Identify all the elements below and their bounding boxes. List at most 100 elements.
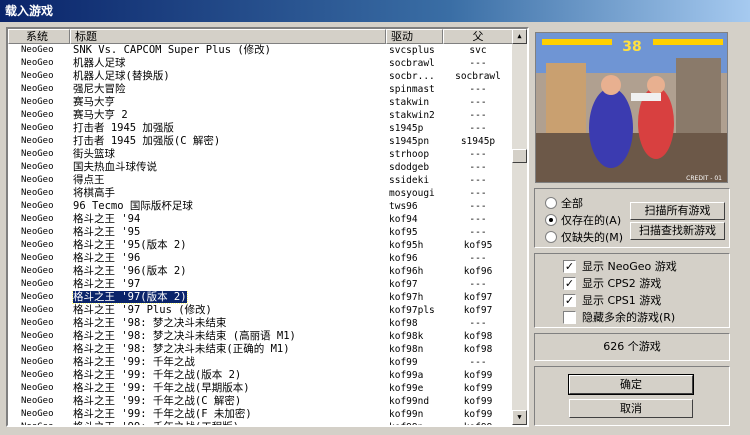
row-driver: socbrawl (389, 58, 435, 69)
system-checkbox[interactable]: ✓ 显示 NeoGeo 游戏 (563, 258, 677, 274)
column-system[interactable]: 系统 (8, 29, 70, 44)
list-item[interactable]: NeoGeo 96 Tecmo 国际版杯足球 tws96 --- (8, 200, 513, 213)
row-driver: spinmast (389, 84, 435, 95)
list-item[interactable]: NeoGeo 将棋高手 mosyougi --- (8, 187, 513, 200)
row-system: NeoGeo (21, 383, 54, 393)
scan-all-button[interactable]: 扫描所有游戏 (630, 202, 725, 220)
radio-all-button[interactable] (545, 197, 557, 209)
row-system: NeoGeo (21, 175, 54, 185)
list-item[interactable]: NeoGeo 得点王 ssideki --- (8, 174, 513, 187)
radio-existing[interactable]: 仅存在的(A) (545, 212, 621, 228)
list-item[interactable]: NeoGeo 格斗之王 '99: 千年之战(早期版本) kof99e kof99 (8, 382, 513, 395)
list-item[interactable]: NeoGeo 赛马大亨 stakwin --- (8, 96, 513, 109)
row-system: NeoGeo (21, 318, 54, 328)
game-list[interactable]: 系统 标题 驱动 父 NeoGeo SNK Vs. CAPCOM Super Pl… (6, 27, 529, 427)
row-title: 得点王 (73, 174, 105, 186)
list-item[interactable]: NeoGeo 机器人足球 socbrawl --- (8, 57, 513, 70)
scroll-down-button[interactable]: ▼ (512, 410, 527, 425)
row-title: 格斗之王 '94 (73, 213, 141, 225)
radio-missing[interactable]: 仅缺失的(M) (545, 229, 623, 245)
system-checkbox[interactable]: ✓ 显示 CPS2 游戏 (563, 275, 661, 291)
row-system: NeoGeo (21, 396, 54, 406)
row-title: 格斗之王 '96(版本 2) (73, 265, 187, 277)
radio-existing-button[interactable] (545, 214, 557, 226)
list-item[interactable]: NeoGeo 格斗之王 '99: 千年之战(工程版) kof99pkof99 (8, 421, 513, 425)
list-item[interactable]: NeoGeo 格斗之王 '99: 千年之战 kof99 --- (8, 356, 513, 369)
list-item[interactable]: NeoGeo 格斗之王 '96(版本 2) kof96h kof96 (8, 265, 513, 278)
row-driver: kof98k (389, 331, 424, 342)
row-parent: --- (469, 58, 487, 69)
checkbox-box[interactable]: ✓ (563, 276, 576, 290)
list-item[interactable]: NeoGeo 打击者 1945 加强版(C 解密) s1945pn s1945p (8, 135, 513, 148)
system-checkbox[interactable]: 隐藏多余的游戏(R) (563, 309, 675, 325)
list-item[interactable]: NeoGeo 格斗之王 '97 kof97 --- (8, 278, 513, 291)
row-parent: kof99 (443, 421, 513, 425)
radio-all[interactable]: 全部 (545, 195, 583, 211)
column-driver[interactable]: 驱动 (386, 29, 443, 44)
column-parent[interactable]: 父 (443, 29, 513, 44)
list-item[interactable]: NeoGeo 格斗之王 '99: 千年之战(F 未加密) kof99n kof99 (8, 408, 513, 421)
scan-new-button[interactable]: 扫描查找新游戏 (630, 222, 725, 240)
row-parent: --- (469, 188, 487, 199)
row-system: NeoGeo (21, 110, 54, 120)
list-item[interactable]: NeoGeo 街头篮球 strhoop --- (8, 148, 513, 161)
list-item[interactable]: NeoGeo 格斗之王 '95 kof95 --- (8, 226, 513, 239)
cancel-button[interactable]: 取消 (569, 399, 693, 418)
row-title: 机器人足球 (73, 57, 126, 69)
list-item[interactable]: NeoGeo 国夫热血斗球传说 sdodgeb --- (8, 161, 513, 174)
scroll-up-button[interactable]: ▲ (512, 29, 527, 44)
row-title: 格斗之王 '99: 千年之战(版本 2) (73, 369, 242, 381)
vertical-scrollbar[interactable]: ▲ ▼ (512, 29, 527, 425)
list-item[interactable]: NeoGeo 机器人足球(替换版) socbr... socbrawl (8, 70, 513, 83)
list-item[interactable]: NeoGeo 格斗之王 '98: 梦之决斗未结束(正确的 M1) kof98n kof… (8, 343, 513, 356)
list-item[interactable]: NeoGeo 强尼大冒险 spinmast --- (8, 83, 513, 96)
row-system: NeoGeo (21, 84, 54, 94)
list-item[interactable]: NeoGeo 格斗之王 '99: 千年之战(版本 2) kof99a kof99 (8, 369, 513, 382)
row-title: 格斗之王 '98: 梦之决斗未结束 (高丽语 M1) (73, 330, 296, 342)
list-item[interactable]: NeoGeo 格斗之王 '98: 梦之决斗未结束 (高丽语 M1) kof98k ko… (8, 330, 513, 343)
list-item[interactable]: NeoGeo 格斗之王 '97 Plus (修改) kof97pls kof97 (8, 304, 513, 317)
row-title: 格斗之王 '97(版本 2) (72, 291, 188, 304)
row-driver: kof96h (389, 266, 424, 277)
list-item[interactable]: NeoGeo SNK Vs. CAPCOM Super Plus (修改) svcs… (8, 44, 513, 57)
list-item[interactable]: NeoGeo 格斗之王 '94 kof94 --- (8, 213, 513, 226)
row-parent: socbrawl (455, 71, 501, 82)
row-title: 国夫热血斗球传说 (73, 161, 157, 173)
row-title: 格斗之王 '97 Plus (修改) (73, 304, 212, 316)
row-system: NeoGeo (21, 136, 54, 146)
row-system: NeoGeo (21, 266, 54, 276)
radio-missing-button[interactable] (545, 231, 557, 243)
system-checkbox[interactable]: ✓ 显示 CPS1 游戏 (563, 292, 661, 308)
ok-button[interactable]: 确定 (568, 374, 694, 395)
list-item[interactable]: NeoGeo 格斗之王 '96 kof96 --- (8, 252, 513, 265)
list-item[interactable]: NeoGeo 格斗之王 '99: 千年之战(C 解密) kof99nd kof99 (8, 395, 513, 408)
list-header: 系统 标题 驱动 父 (8, 29, 513, 44)
checkbox-box[interactable]: ✓ (563, 293, 576, 307)
game-count-panel: 626 个游戏 (534, 333, 730, 361)
list-rows: NeoGeo SNK Vs. CAPCOM Super Plus (修改) svcs… (8, 44, 513, 425)
scroll-thumb[interactable] (512, 149, 527, 163)
row-parent: --- (469, 253, 487, 264)
row-title: 格斗之王 '99: 千年之战 (73, 356, 195, 368)
checkbox-box[interactable] (563, 310, 576, 324)
row-parent: kof98 (463, 344, 493, 355)
checkbox-box[interactable]: ✓ (563, 259, 576, 273)
row-parent: --- (469, 279, 487, 290)
row-title: 格斗之王 '96 (73, 252, 141, 264)
column-title[interactable]: 标题 (70, 29, 386, 44)
row-system: NeoGeo (21, 292, 54, 302)
row-driver: kof99p (386, 421, 443, 425)
row-title: SNK Vs. CAPCOM Super Plus (修改) (73, 44, 272, 56)
list-item[interactable]: NeoGeo 格斗之王 '98: 梦之决斗未结束 kof98 --- (8, 317, 513, 330)
row-parent: kof99 (463, 396, 493, 407)
row-parent: --- (469, 201, 487, 212)
list-item[interactable]: NeoGeo 赛马大亨 2 stakwin2 --- (8, 109, 513, 122)
row-system: NeoGeo (21, 305, 54, 315)
row-driver: kof98n (389, 344, 424, 355)
row-driver: s1945p (389, 123, 424, 134)
row-driver: kof99n (389, 409, 424, 420)
row-parent: s1945p (460, 136, 496, 147)
list-item[interactable]: NeoGeo 打击者 1945 加强版 s1945p --- (8, 122, 513, 135)
list-item[interactable]: NeoGeo 格斗之王 '97(版本 2) kof97h kof97 (8, 291, 513, 304)
list-item[interactable]: NeoGeo 格斗之王 '95(版本 2) kof95h kof95 (8, 239, 513, 252)
